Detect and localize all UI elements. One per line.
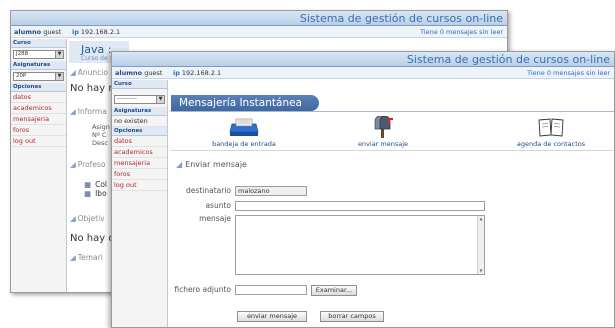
subject-select[interactable]: 20P ▼ [13, 72, 64, 81]
title-bar: Sistema de gestión de cursos on-line [112, 52, 614, 67]
sidebar-item-academicos[interactable]: academicos [112, 147, 167, 158]
scroll-up-icon[interactable]: ▲ [478, 216, 484, 222]
info-bar: alumno guest ip 192.168.2.1 Tiene 0 mensa… [112, 67, 614, 79]
ip-icon: ip [173, 69, 180, 77]
chevron-down-icon: ▼ [156, 96, 164, 103]
send-message-button[interactable]: enviar mensaje [237, 311, 307, 322]
attachment-label: fichero adjunto [174, 285, 231, 294]
section-icon: ◢ [70, 160, 76, 169]
address-book-icon [538, 118, 564, 137]
system-title: Sistema de gestión de cursos on-line [406, 53, 610, 66]
page-title: Mensajería Instantánea [179, 97, 302, 109]
inbox-tray-icon [229, 118, 259, 136]
sidebar: Curso ---------- ▼ Asignaturas no existen… [112, 80, 168, 327]
sidebar-header-curso: Curso [11, 39, 66, 48]
divider [170, 150, 614, 151]
inbox-label: bandeja de entrada [212, 140, 276, 148]
user-info: alumno guest [14, 28, 62, 36]
unread-messages-link[interactable]: Tiene 0 mensajes sin leer [527, 69, 610, 77]
section-icon: ◢ [70, 253, 76, 262]
message-label: mensaje [199, 214, 231, 223]
section-informacion: ◢ Informa [70, 107, 107, 116]
chevron-down-icon: ▼ [55, 73, 63, 80]
section-anuncios: ◢ Anuncio [70, 68, 108, 77]
course-select[interactable]: ---------- ▼ [114, 95, 165, 104]
sidebar-item-mensajeria[interactable]: mensajeria [11, 114, 66, 125]
sidebar-item-mensajeria[interactable]: mensajeria [112, 158, 167, 169]
attachment-field[interactable] [235, 285, 307, 295]
sidebar-header-opciones: Opciones [112, 127, 167, 136]
section-header: Mensajería Instantánea [171, 95, 319, 111]
section-icon: ◢ [70, 68, 76, 77]
chevron-down-icon: ▼ [55, 51, 63, 58]
section-icon: ◢ [176, 160, 183, 169]
user-info: alumno guest [115, 69, 163, 77]
inbox-tool[interactable]: bandeja de entrada [204, 116, 284, 148]
message-text [236, 217, 238, 225]
section-objetivos: ◢ Objetiv [70, 214, 105, 223]
contacts-label: agenda de contactos [516, 140, 586, 148]
info-line: Asign [92, 123, 110, 131]
form-title: ◢ Enviar mensaje [176, 160, 247, 169]
info-line: Nº C [92, 131, 107, 139]
ip-info: ip 192.168.2.1 [72, 28, 121, 36]
scroll-down-icon[interactable]: ▼ [478, 268, 484, 274]
section-profesores: ◢ Profeso [70, 160, 106, 169]
mailbox-icon [374, 116, 393, 138]
send-message-tool[interactable]: enviar mensaje [348, 116, 418, 148]
sidebar-item-logout[interactable]: log out [11, 136, 66, 147]
sidebar-item-foros[interactable]: foros [11, 125, 66, 136]
sidebar-item-datos[interactable]: datos [11, 92, 66, 103]
course-select[interactable]: J288 ▼ [13, 50, 64, 59]
ip-icon: ip [72, 28, 79, 36]
title-bar: Sistema de gestión de cursos on-line [11, 11, 507, 26]
sidebar-header-opciones: Opciones [11, 83, 66, 92]
info-line: Desc [92, 139, 108, 147]
no-subjects-text: no existen [112, 116, 167, 127]
sidebar-item-datos[interactable]: datos [112, 136, 167, 147]
messaging-main: Mensajería Instantánea bandeja de entrad… [170, 80, 614, 327]
sidebar-item-foros[interactable]: foros [112, 169, 167, 180]
section-icon: ◢ [70, 107, 76, 116]
subject-label: asunto [205, 201, 231, 210]
sidebar: Curso J288 ▼ Asignaturas 20P ▼ Opciones da… [11, 39, 67, 292]
send-message-label: enviar mensaje [357, 140, 409, 148]
course-subtitle: Curso de [81, 55, 108, 62]
messaging-window: Sistema de gestión de cursos on-line alu… [111, 51, 615, 328]
sidebar-header-asignaturas: Asignaturas [11, 61, 66, 70]
recipient-label: destinatario [186, 186, 231, 195]
ip-info: ip 192.168.2.1 [173, 69, 222, 77]
sidebar-item-academicos[interactable]: academicos [11, 103, 66, 114]
info-bar: alumno guest ip 192.168.2.1 Tiene 0 mensa… [11, 26, 507, 38]
divider [170, 111, 614, 112]
sidebar-item-logout[interactable]: log out [112, 180, 167, 191]
browse-button[interactable]: Examinar... [311, 285, 357, 296]
section-icon: ◢ [70, 214, 76, 223]
sidebar-header-curso: Curso [112, 80, 167, 89]
list-item: ■ Ibo [84, 189, 107, 198]
no-announcements-text: No hay r [70, 83, 113, 94]
system-title: Sistema de gestión de cursos on-line [299, 12, 503, 25]
sidebar-header-asignaturas: Asignaturas [112, 107, 167, 116]
clear-fields-button[interactable]: borrar campos [320, 311, 384, 322]
no-objectives-text: No hay o [70, 233, 115, 244]
bullet-icon: ■ [84, 189, 92, 198]
scrollbar[interactable]: ▲ ▼ [477, 216, 484, 274]
list-item: ■ Col [84, 180, 108, 189]
contacts-tool[interactable]: agenda de contactos [506, 116, 596, 148]
bullet-icon: ■ [84, 180, 92, 189]
section-temario: ◢ Temari [70, 253, 103, 262]
unread-messages-link[interactable]: Tiene 0 mensajes sin leer [420, 28, 503, 36]
recipient-field[interactable]: malozano [235, 186, 307, 196]
subject-field[interactable] [235, 201, 485, 211]
message-textarea[interactable]: ▲ ▼ [235, 215, 485, 275]
